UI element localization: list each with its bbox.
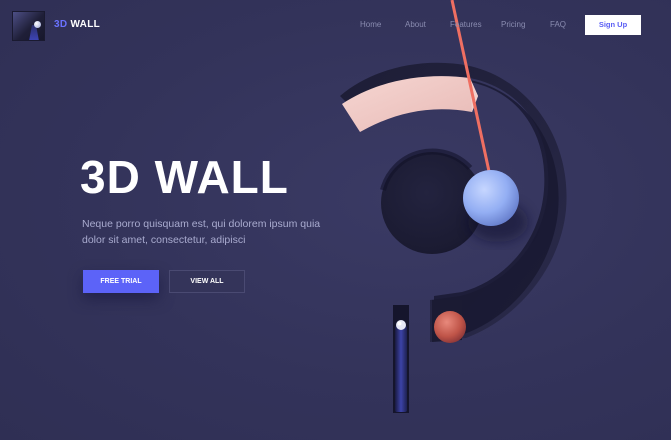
page: 3D WALL Home About Features Pricing FAQ … bbox=[0, 0, 671, 440]
red-ball bbox=[434, 311, 466, 343]
hero-title: 3D WALL bbox=[80, 151, 289, 203]
logo-icon[interactable] bbox=[12, 11, 45, 41]
logo-ball bbox=[34, 21, 41, 28]
brand-word: WALL bbox=[70, 19, 101, 30]
nav-features[interactable]: Features bbox=[450, 20, 482, 29]
brand-accent: 3D bbox=[54, 19, 68, 30]
blue-ball bbox=[463, 170, 519, 226]
nav-home[interactable]: Home bbox=[360, 20, 381, 29]
hero-subtitle: Neque porro quisquam est, qui dolorem ip… bbox=[82, 218, 321, 246]
nav-about[interactable]: About bbox=[405, 20, 426, 29]
brand-name[interactable]: 3D WALL bbox=[54, 19, 100, 30]
view-all-button[interactable]: VIEW ALL bbox=[169, 270, 245, 293]
nav-faq[interactable]: FAQ bbox=[550, 20, 566, 29]
signup-button[interactable]: Sign Up bbox=[585, 15, 641, 35]
nav-pricing[interactable]: Pricing bbox=[501, 20, 525, 29]
free-trial-button[interactable]: FREE TRIAL bbox=[83, 270, 159, 293]
